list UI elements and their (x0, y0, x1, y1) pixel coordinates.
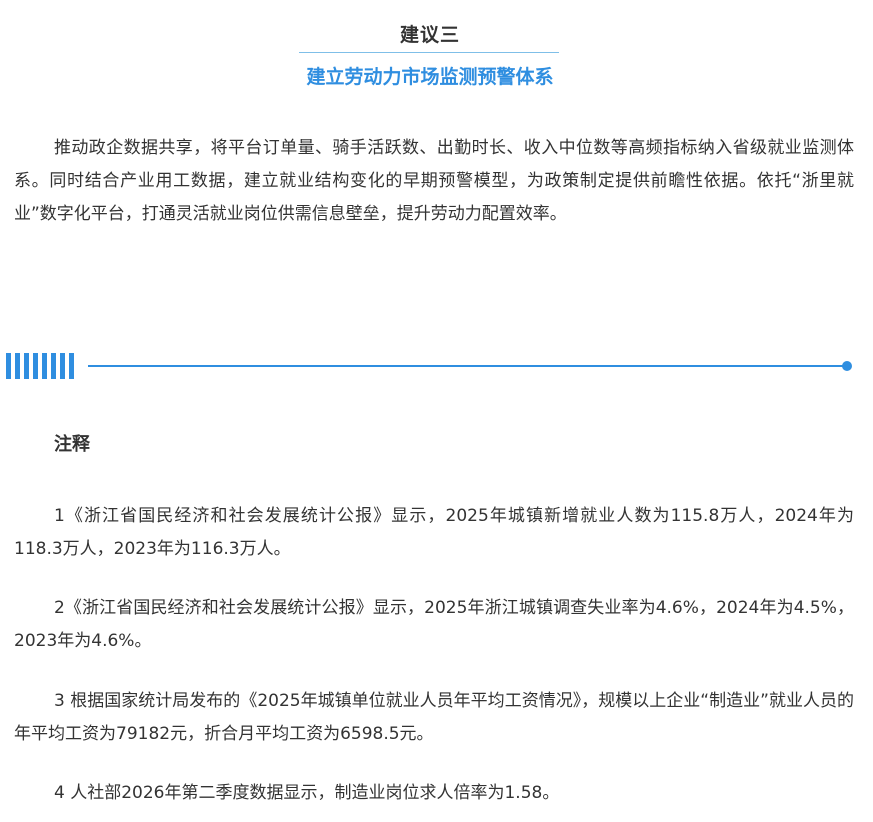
section-title: 建立劳动力市场监测预警体系 (306, 66, 554, 88)
separator-line (88, 365, 844, 367)
body-paragraph: 推动政企数据共享，将平台订单量、骑手活跃数、出勤时长、收入中位数等高频指标纳入省… (14, 138, 854, 224)
separator-bar (15, 353, 20, 379)
separator-bar (24, 353, 29, 379)
note-item-4: 4 人社部2026年第二季度数据显示，制造业岗位求人倍率为1.58。 (54, 783, 560, 803)
separator-bar (69, 353, 74, 379)
suggestion-label: 建议三 (399, 24, 460, 46)
note-item-2: 2《浙江省国民经济和社会发展统计公报》显示，2025年浙江城镇调查失业率为4.6… (14, 598, 854, 651)
separator-dot (842, 361, 852, 371)
notes-heading: 注释 (54, 434, 90, 455)
separator-bar (33, 353, 38, 379)
section-separator (6, 353, 854, 379)
note-item-1: 1《浙江省国民经济和社会发展统计公报》显示，2025年城镇新增就业人数为115.… (14, 506, 854, 559)
title-divider (299, 52, 559, 53)
note-item-3: 3 根据国家统计局发布的《2025年城镇单位就业人员年平均工资情况》，规模以上企… (14, 691, 854, 744)
separator-bars (6, 353, 74, 379)
separator-bar (42, 353, 47, 379)
separator-bar (6, 353, 11, 379)
separator-bar (60, 353, 65, 379)
separator-bar (51, 353, 56, 379)
